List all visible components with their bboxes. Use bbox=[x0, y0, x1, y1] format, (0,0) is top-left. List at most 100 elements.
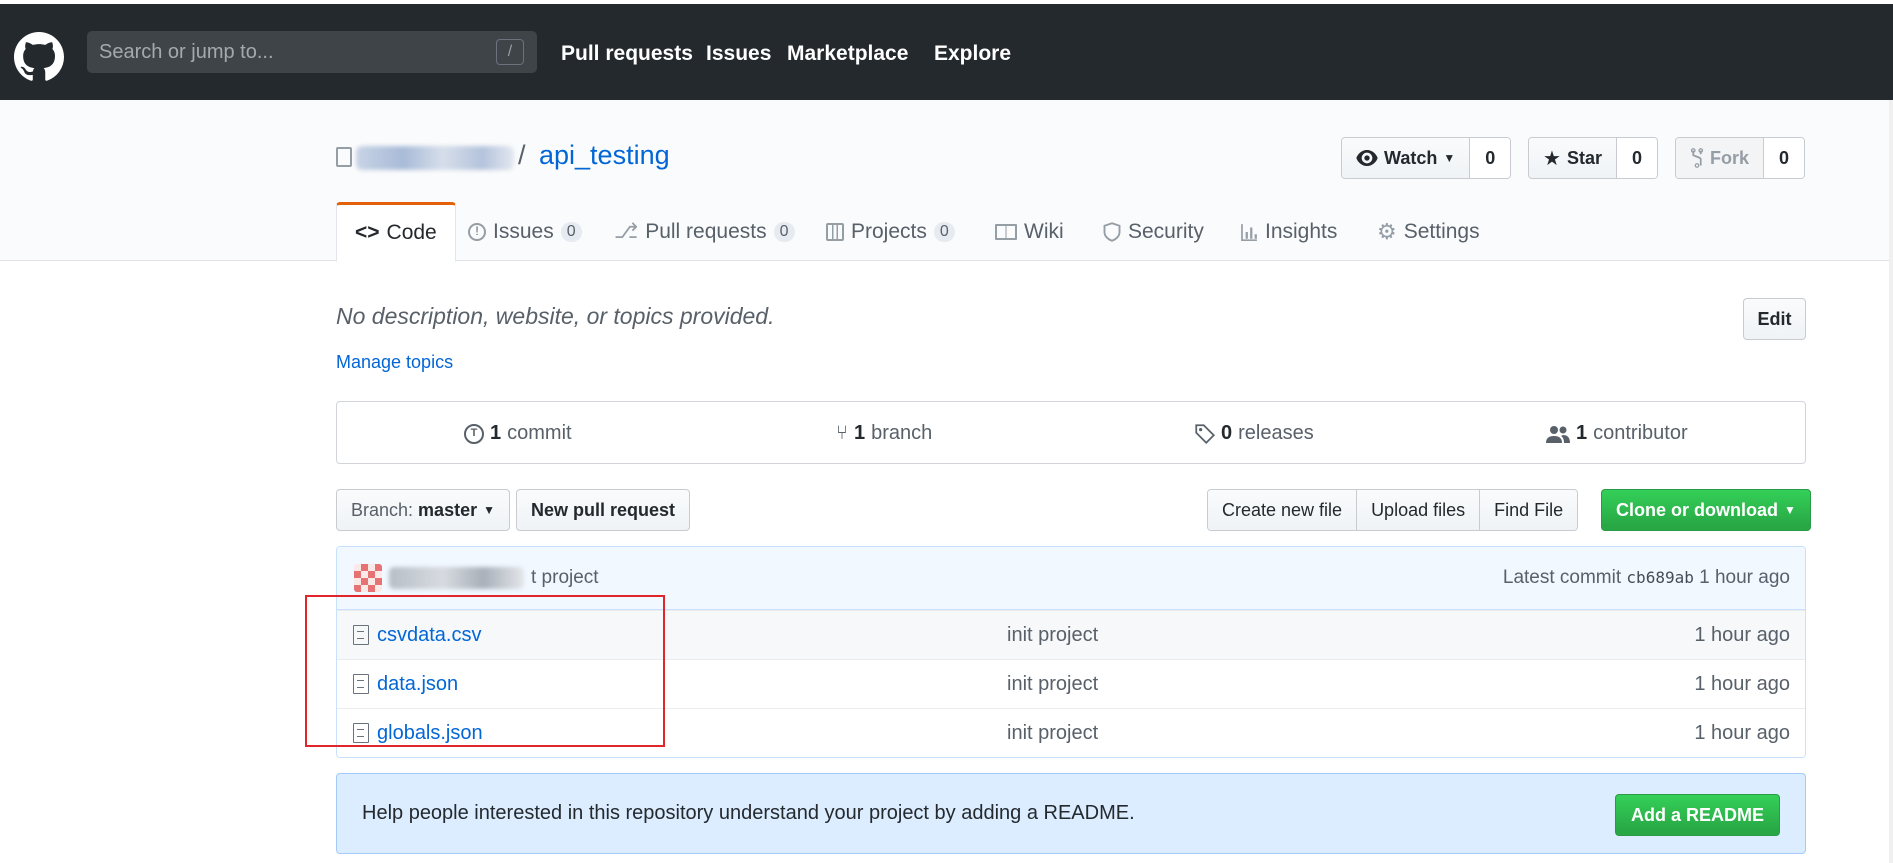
tab-pull-requests[interactable]: ⎇ Pull requests 0 bbox=[614, 202, 795, 261]
scrollbar[interactable] bbox=[1889, 100, 1893, 863]
file-age: 1 hour ago bbox=[1694, 673, 1790, 695]
shield-icon bbox=[1103, 221, 1121, 242]
tab-pull-requests-count: 0 bbox=[773, 221, 795, 242]
tab-issues[interactable]: ! Issues 0 bbox=[468, 202, 582, 261]
tab-code[interactable]: <> Code bbox=[336, 202, 456, 262]
caret-down-icon: ▼ bbox=[1784, 503, 1796, 517]
file-age: 1 hour ago bbox=[1694, 624, 1790, 646]
file-commit-message[interactable]: init project bbox=[1007, 673, 1098, 696]
history-icon: T bbox=[464, 423, 484, 444]
nav-explore[interactable]: Explore bbox=[934, 42, 1011, 66]
tag-icon bbox=[1195, 423, 1215, 444]
repo-owner-redacted[interactable] bbox=[356, 146, 514, 170]
tab-insights[interactable]: Insights bbox=[1240, 202, 1337, 261]
branch-select-value: master bbox=[418, 499, 478, 520]
repo-header: / api_testing Watch ▼ 0 ★ Star 0 Fork 0 … bbox=[0, 100, 1893, 262]
branch-label: branch bbox=[871, 422, 933, 444]
star-label: Star bbox=[1566, 147, 1602, 168]
readme-prompt-text: Help people interested in this repositor… bbox=[362, 802, 1135, 824]
create-new-file-button[interactable]: Create new file bbox=[1208, 490, 1358, 530]
caret-down-icon: ▼ bbox=[1443, 151, 1456, 165]
tab-wiki[interactable]: Wiki bbox=[995, 202, 1064, 261]
people-icon bbox=[1546, 425, 1570, 443]
edit-description-button[interactable]: Edit bbox=[1743, 298, 1806, 340]
avatar[interactable] bbox=[354, 564, 382, 592]
file-commit-message[interactable]: init project bbox=[1007, 624, 1098, 647]
star-count[interactable]: 0 bbox=[1616, 138, 1657, 178]
watch-count[interactable]: 0 bbox=[1470, 138, 1511, 178]
add-readme-button[interactable]: Add a README bbox=[1614, 794, 1780, 836]
fork-button[interactable]: Fork bbox=[1676, 138, 1765, 178]
branch-select-prefix: Branch: bbox=[351, 499, 414, 520]
watch-button-group: Watch ▼ 0 bbox=[1341, 137, 1512, 179]
latest-commit-age: 1 hour ago bbox=[1699, 567, 1790, 588]
clone-or-download-button[interactable]: Clone or download ▼ bbox=[1601, 489, 1811, 531]
watch-label: Watch bbox=[1384, 147, 1438, 168]
eye-icon bbox=[1356, 150, 1378, 166]
project-icon bbox=[826, 222, 844, 241]
tab-settings-label: Settings bbox=[1403, 219, 1480, 243]
star-button-group: ★ Star 0 bbox=[1528, 137, 1658, 179]
contributor-label: contributor bbox=[1593, 422, 1688, 444]
clone-or-download-label: Clone or download bbox=[1616, 499, 1778, 520]
global-header: Search or jump to... / Pull requests Iss… bbox=[0, 4, 1893, 100]
fork-count[interactable]: 0 bbox=[1764, 138, 1805, 178]
fork-label: Fork bbox=[1710, 147, 1750, 168]
contributor-count: 1 bbox=[1576, 422, 1588, 444]
file-age: 1 hour ago bbox=[1694, 722, 1790, 744]
latest-commit-prefix: Latest commit bbox=[1502, 567, 1622, 588]
tab-projects-label: Projects bbox=[851, 219, 927, 243]
branch-icon: ⑂ bbox=[836, 422, 848, 444]
tab-issues-count: 0 bbox=[560, 221, 582, 242]
repo-icon bbox=[336, 147, 352, 167]
issue-icon: ! bbox=[468, 222, 486, 241]
gear-icon: ⚙ bbox=[1377, 218, 1397, 244]
nav-marketplace[interactable]: Marketplace bbox=[787, 42, 908, 66]
upload-files-button[interactable]: Upload files bbox=[1357, 490, 1481, 530]
nav-issues[interactable]: Issues bbox=[706, 42, 771, 66]
star-button[interactable]: ★ Star bbox=[1529, 138, 1617, 178]
file-commit-message[interactable]: init project bbox=[1007, 722, 1098, 745]
readme-prompt: Help people interested in this repositor… bbox=[336, 773, 1806, 854]
repo-description: No description, website, or topics provi… bbox=[336, 303, 775, 329]
manage-topics-link[interactable]: Manage topics bbox=[336, 352, 453, 373]
repo-name-link[interactable]: api_testing bbox=[539, 140, 670, 171]
commit-label: commit bbox=[507, 422, 572, 444]
releases-link[interactable]: 0 releases bbox=[1195, 422, 1314, 445]
branches-link[interactable]: ⑂ 1 branch bbox=[836, 422, 932, 445]
branch-select-button[interactable]: Branch: master ▼ bbox=[336, 489, 510, 531]
release-label: releases bbox=[1238, 422, 1314, 444]
contributors-link[interactable]: 1 contributor bbox=[1546, 422, 1688, 445]
tab-settings[interactable]: ⚙ Settings bbox=[1377, 202, 1480, 261]
release-count: 0 bbox=[1221, 422, 1233, 444]
star-icon: ★ bbox=[1543, 147, 1561, 170]
graph-icon bbox=[1241, 223, 1257, 241]
annotation-highlight-box bbox=[305, 595, 665, 747]
tab-pull-requests-label: Pull requests bbox=[645, 219, 767, 243]
new-pull-request-button[interactable]: New pull request bbox=[516, 489, 691, 531]
search-input[interactable]: Search or jump to... / bbox=[87, 31, 537, 73]
repo-path-separator: / bbox=[518, 140, 526, 170]
pull-request-icon: ⎇ bbox=[614, 220, 639, 243]
fork-button-group: Fork 0 bbox=[1675, 137, 1806, 179]
fork-icon bbox=[1690, 148, 1704, 168]
repo-summary: T 1 commit ⑂ 1 branch 0 releases 1 contr… bbox=[336, 401, 1806, 464]
tab-code-label: Code bbox=[386, 221, 437, 244]
find-file-button[interactable]: Find File bbox=[1480, 490, 1578, 530]
search-shortcut-key: / bbox=[496, 39, 524, 65]
tab-security-label: Security bbox=[1128, 219, 1204, 243]
search-placeholder: Search or jump to... bbox=[99, 41, 274, 63]
nav-pull-requests[interactable]: Pull requests bbox=[561, 42, 693, 66]
tab-projects-count: 0 bbox=[933, 221, 955, 242]
github-logo-icon[interactable] bbox=[14, 32, 64, 82]
file-actions-group: Create new file Upload files Find File bbox=[1207, 489, 1579, 531]
watch-button[interactable]: Watch ▼ bbox=[1342, 138, 1471, 178]
latest-commit-message[interactable]: t project bbox=[531, 567, 599, 589]
commits-link[interactable]: T 1 commit bbox=[464, 422, 572, 445]
book-icon bbox=[995, 223, 1017, 240]
latest-commit-sha[interactable]: cb689ab bbox=[1626, 568, 1693, 587]
tab-security[interactable]: Security bbox=[1103, 202, 1204, 261]
tab-projects[interactable]: Projects 0 bbox=[826, 202, 955, 261]
commit-author-redacted[interactable] bbox=[389, 567, 524, 589]
branch-count: 1 bbox=[854, 422, 866, 444]
